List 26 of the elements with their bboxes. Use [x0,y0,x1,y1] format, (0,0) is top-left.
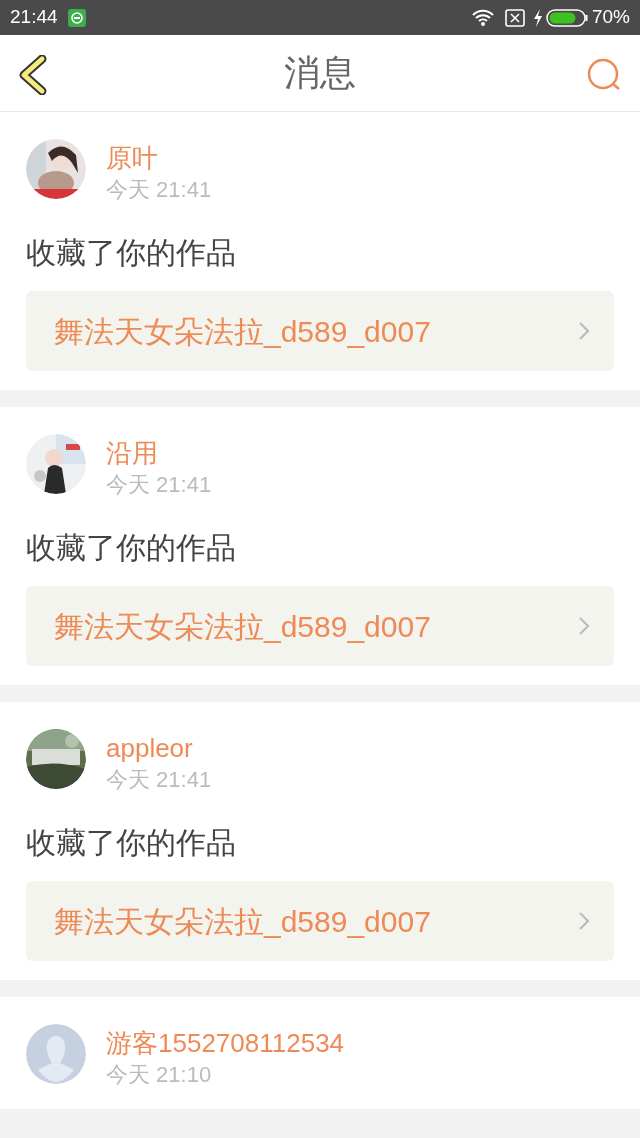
message-text: 收藏了你的作品 [26,530,237,566]
chevron-right-icon [578,616,590,636]
message-time: 今天 21:10 [106,1061,213,1089]
message-time: 今天 21:41 [106,176,212,204]
chevron-right-icon [578,911,590,931]
user-name[interactable]: 原叶 [106,141,212,175]
page-title: 消息 [284,51,356,95]
user-name[interactable]: appleor [106,731,212,765]
chevron-right-icon [578,321,590,341]
default-avatar-icon [26,1024,86,1084]
work-link[interactable]: 舞法天女朵法拉_d589_d007 [26,586,614,666]
work-link[interactable]: 舞法天女朵法拉_d589_d007 [26,881,614,961]
message-text: 收藏了你的作品 [26,235,237,271]
user-name[interactable]: 沿用 [106,436,212,470]
charging-icon [532,8,543,27]
battery-percentage: 70% [591,5,630,30]
work-link[interactable]: 舞法天女朵法拉_d589_d007 [26,291,614,371]
battery-icon [545,8,588,27]
user-name[interactable]: 游客1552708112534 [106,1026,345,1060]
back-icon[interactable] [18,55,48,95]
message-text: 收藏了你的作品 [26,825,237,861]
status-time: 21:44 [10,5,58,30]
message-time: 今天 21:41 [106,471,212,499]
sim-card-icon [504,8,525,27]
app-notification-icon [67,8,86,27]
message-time: 今天 21:41 [106,766,212,794]
